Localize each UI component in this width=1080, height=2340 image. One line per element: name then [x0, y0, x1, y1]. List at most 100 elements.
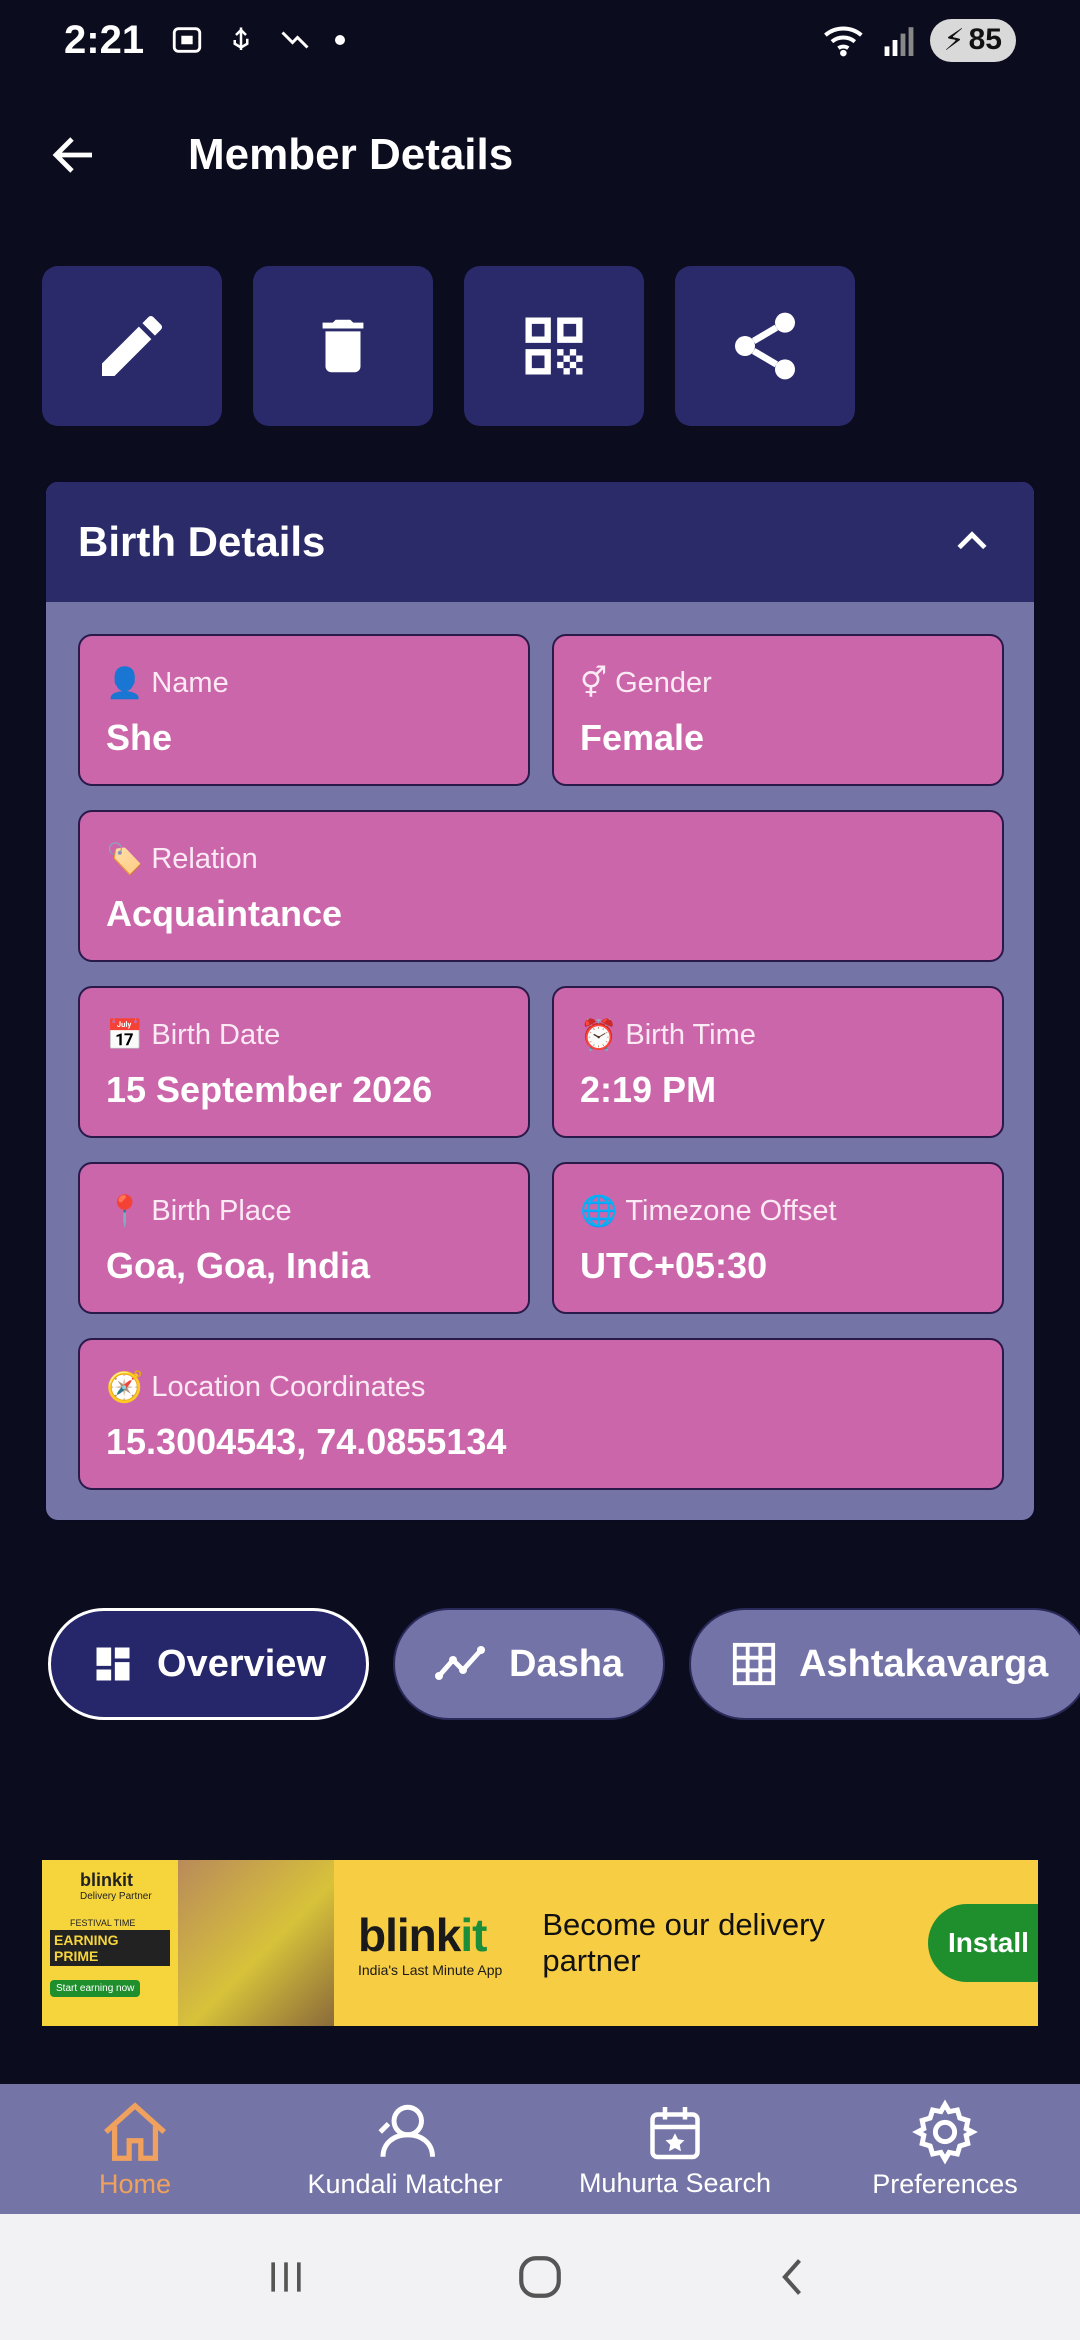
- field-label: Birth Place: [151, 1195, 292, 1227]
- tab-ashtakavarga[interactable]: Ashtakavarga: [689, 1608, 1080, 1720]
- dashboard-icon: [96, 1647, 130, 1681]
- birth-details-card: Birth Details 👤 Name She ⚥ Gender Female 🏷…: [44, 480, 1036, 1522]
- ad-left-promo1: FESTIVAL TIME: [70, 1918, 136, 1928]
- calendar-star-icon: [650, 2106, 700, 2159]
- tab-label: Overview: [157, 1642, 326, 1685]
- field-label: Relation: [151, 843, 258, 875]
- recent-apps-icon[interactable]: [264, 2255, 308, 2299]
- ad-brand-b: it: [460, 1909, 487, 1961]
- birth-time-field: ⏰ Birth Time 2:19 PM: [552, 986, 1004, 1138]
- field-label: Name: [151, 667, 229, 699]
- field-value: 15 September 2026: [106, 1069, 433, 1110]
- field-label: Timezone Offset: [625, 1195, 837, 1227]
- calendar-icon: 📅: [106, 1019, 144, 1052]
- battery-indicator: ⚡ 85: [929, 18, 1016, 62]
- charging-icon: ⚡: [943, 23, 965, 57]
- gender-icon: ⚥: [580, 667, 608, 700]
- tab-dasha[interactable]: Dasha: [393, 1608, 666, 1720]
- person-icon: 👤: [106, 667, 144, 700]
- field-label: Birth Date: [151, 1019, 281, 1051]
- status-system-icons: ⚡ 85: [822, 18, 1016, 62]
- compass-icon: 🧭: [106, 1371, 144, 1404]
- ad-left-cta: Start earning now: [50, 1980, 141, 1997]
- chevron-up-icon: [957, 531, 987, 550]
- collapse-toggle[interactable]: [942, 512, 1002, 572]
- field-label: Gender: [615, 667, 712, 699]
- nav-preferences[interactable]: Preferences: [810, 2084, 1080, 2214]
- tab-overview[interactable]: Overview: [48, 1608, 369, 1720]
- signal-icon: [884, 27, 913, 56]
- back-button[interactable]: [34, 115, 114, 195]
- gender-field: ⚥ Gender Female: [552, 634, 1004, 786]
- edit-button[interactable]: [42, 266, 222, 426]
- screenshot-icon: [172, 27, 202, 53]
- gear-icon: [912, 2099, 978, 2164]
- dot-icon: [335, 35, 346, 45]
- nav-kundali-matcher[interactable]: Kundali Matcher: [270, 2084, 540, 2214]
- relation-field: 🏷️ Relation Acquaintance: [78, 810, 1004, 962]
- chart-tabs: Overview Dasha Ashtakavarga: [48, 1608, 1080, 1720]
- ad-brand-a: blink: [358, 1909, 461, 1961]
- ad-banner[interactable]: blinkit Delivery Partner FESTIVAL TIME E…: [42, 1860, 1038, 2026]
- field-value: Female: [580, 717, 705, 758]
- qr-code-button[interactable]: [464, 266, 644, 426]
- page-title: Member Details: [188, 130, 514, 179]
- ad-install-button[interactable]: Install: [928, 1904, 1038, 1982]
- field-label: Location Coordinates: [151, 1371, 426, 1403]
- field-label: Birth Time: [625, 1019, 756, 1051]
- action-toolbar: [42, 266, 855, 426]
- status-bar: 2:21 ⚡ 85: [0, 0, 1080, 80]
- ad-left-brand: blinkit: [80, 1870, 133, 1890]
- card-title: Birth Details: [78, 518, 326, 565]
- name-field: 👤 Name She: [78, 634, 530, 786]
- field-value: 15.3004543, 74.0855134: [106, 1421, 507, 1462]
- system-nav-bar: [0, 2214, 1080, 2340]
- status-time: 2:21: [64, 17, 145, 62]
- bottom-nav: Home Kundali Matcher Muhurta Search Pref…: [0, 2084, 1080, 2214]
- arrow-left-icon: [52, 137, 92, 173]
- delete-button[interactable]: [253, 266, 433, 426]
- battery-level: 85: [968, 23, 1002, 56]
- nav-label: Kundali Matcher: [307, 2168, 503, 2199]
- birth-place-field: 📍 Birth Place Goa, Goa, India: [78, 1162, 530, 1314]
- alarm-clock-icon: ⏰: [580, 1019, 618, 1052]
- trend-down-icon: [281, 31, 309, 49]
- ad-left-promo2: EARNING PRIME: [50, 1930, 170, 1966]
- trend-line-icon: [435, 1646, 485, 1680]
- birth-date-field: 📅 Birth Date 15 September 2026: [78, 986, 530, 1138]
- ad-left-sub: Delivery Partner: [80, 1891, 152, 1902]
- field-value: 2:19 PM: [580, 1069, 717, 1110]
- tag-icon: 🏷️: [106, 843, 144, 876]
- tab-label: Dasha: [509, 1642, 624, 1685]
- nav-home[interactable]: Home: [0, 2084, 270, 2214]
- ad-photo: [178, 1860, 334, 2026]
- coordinates-field: 🧭 Location Coordinates 15.3004543, 74.085…: [78, 1338, 1004, 1490]
- status-notification-icons: [170, 23, 346, 57]
- nav-label: Muhurta Search: [578, 2167, 772, 2198]
- ad-brand-logo: blinkit India's Last Minute App: [358, 1908, 502, 1978]
- qr-code-icon: [525, 317, 583, 375]
- ad-brand-tag: India's Last Minute App: [358, 1962, 503, 1978]
- home-icon: [104, 2101, 166, 2161]
- field-value: Goa, Goa, India: [106, 1245, 371, 1286]
- usb-icon: [233, 27, 249, 50]
- people-match-icon: [378, 2104, 435, 2157]
- system-back-icon[interactable]: [772, 2255, 816, 2299]
- wifi-icon: [823, 26, 863, 57]
- globe-icon: 🌐: [580, 1195, 618, 1228]
- field-value: She: [106, 717, 173, 758]
- home-circle-icon[interactable]: [515, 2252, 565, 2302]
- grid-icon: [732, 1642, 776, 1686]
- nav-label: Preferences: [872, 2168, 1018, 2199]
- trash-icon: [322, 319, 364, 373]
- tab-label: Ashtakavarga: [799, 1642, 1049, 1685]
- share-icon: [735, 312, 795, 380]
- app-header: Member Details: [0, 100, 1080, 210]
- field-value: Acquaintance: [106, 893, 343, 934]
- nav-muhurta-search[interactable]: Muhurta Search: [540, 2084, 810, 2214]
- ad-headline: Become our delivery partner: [542, 1907, 825, 1978]
- pencil-icon: [102, 315, 163, 376]
- birth-details-header[interactable]: Birth Details: [46, 482, 1034, 602]
- ad-promo-panel: blinkit Delivery Partner FESTIVAL TIME E…: [42, 1860, 178, 2026]
- share-button[interactable]: [675, 266, 855, 426]
